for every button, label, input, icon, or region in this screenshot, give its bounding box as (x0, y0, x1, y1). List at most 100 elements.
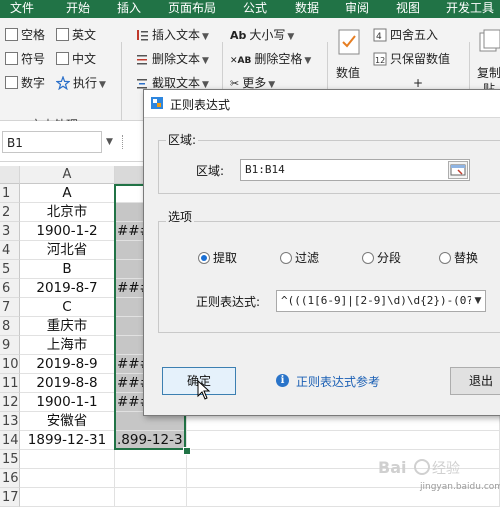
plus-label: + (413, 76, 424, 90)
row-header[interactable]: 13 (0, 412, 20, 431)
row-header[interactable]: 12 (0, 393, 20, 412)
row-header[interactable]: 14 (0, 431, 20, 450)
extract-text-label: 截取文本 (152, 76, 201, 90)
row-header[interactable]: 2 (0, 203, 20, 222)
insert-text-button[interactable]: 插入文本 ▼ (135, 26, 209, 44)
copy-paste-button[interactable]: 复制 贴 (475, 26, 500, 96)
fill-handle[interactable] (183, 447, 191, 455)
tab-view[interactable]: 视图 (396, 0, 420, 18)
round-button[interactable]: 4 四舍五入 (373, 26, 438, 44)
cell-a[interactable] (20, 488, 115, 507)
tab-insert[interactable]: 插入 (117, 0, 141, 18)
row-header[interactable]: 17 (0, 488, 20, 507)
chevron-down-icon[interactable]: ▼ (106, 137, 113, 147)
region-input[interactable]: B1:B14 (240, 159, 470, 181)
tab-developer[interactable]: 开发工具 (446, 0, 494, 18)
select-all-corner[interactable] (0, 166, 20, 184)
cell-a[interactable]: 1900-1-1 (20, 393, 115, 412)
regex-input[interactable]: ^(((1[6-9]|[2-9]\d)\d{2})-(0?[ (276, 290, 486, 312)
cell-b[interactable] (115, 450, 187, 469)
tab-review[interactable]: 审阅 (345, 0, 369, 18)
chevron-down-icon[interactable]: ▼ (471, 291, 485, 311)
ribbon-tab-bar: 文件 开始 插入 页面布局 公式 数据 审阅 视图 开发工具 (0, 0, 500, 18)
dialog-title-bar[interactable]: 正则表达式 (144, 90, 500, 118)
cell-a[interactable]: C (20, 298, 115, 317)
keep-numbers-label: 只保留数值 (390, 52, 451, 66)
checkbox-english[interactable]: 英文 (56, 26, 96, 44)
baidu-watermark-logo: Bai 经验 (378, 458, 460, 477)
tab-page-layout[interactable]: 页面布局 (168, 0, 216, 18)
case-button[interactable]: Ab 大小写 ▼ (230, 26, 294, 44)
checkbox-box[interactable] (5, 28, 18, 41)
cell-a[interactable]: 2019-8-8 (20, 374, 115, 393)
checkbox-label: 数字 (21, 76, 46, 90)
radio-segment[interactable] (362, 252, 374, 264)
row-header[interactable]: 9 (0, 336, 20, 355)
region-label: 区域: (196, 164, 225, 178)
checkbox-symbol[interactable]: 符号 (5, 50, 45, 68)
cell-a[interactable]: 1899-12-31 (20, 431, 115, 450)
row-header[interactable]: 1 (0, 184, 20, 203)
keep-numbers-button[interactable]: 12 只保留数值 (373, 50, 450, 68)
cell-b[interactable] (115, 469, 187, 488)
row-header[interactable]: 6 (0, 279, 20, 298)
checkbox-space[interactable]: 空格 (5, 26, 45, 44)
radio-filter-label[interactable]: 过滤 (295, 249, 319, 266)
tab-home[interactable]: 开始 (66, 0, 90, 18)
name-box[interactable]: B1 (2, 131, 102, 153)
delete-text-button[interactable]: 删除文本 ▼ (135, 50, 209, 68)
tab-formulas[interactable]: 公式 (243, 0, 267, 18)
cell-a[interactable]: 北京市 (20, 203, 115, 222)
column-header-a[interactable]: A (20, 166, 115, 184)
checkbox-box[interactable] (5, 52, 18, 65)
regex-reference-link[interactable]: 正则表达式参考 (296, 373, 380, 390)
cell-c[interactable] (187, 431, 500, 450)
cell-a[interactable]: B (20, 260, 115, 279)
cell-a[interactable]: 2019-8-9 (20, 355, 115, 374)
radio-replace[interactable] (439, 252, 451, 264)
cell-b[interactable] (115, 488, 187, 507)
row-header[interactable]: 11 (0, 374, 20, 393)
cell-a[interactable]: A (20, 184, 115, 203)
watermark-url: jingyan.baidu.com (420, 482, 500, 492)
row-header[interactable]: 10 (0, 355, 20, 374)
checkbox-number[interactable]: 数字 (5, 74, 45, 92)
row-header[interactable]: 16 (0, 469, 20, 488)
row-header[interactable]: 4 (0, 241, 20, 260)
cell-b[interactable]: .899-12-3 (115, 431, 187, 450)
checkbox-box[interactable] (5, 76, 18, 89)
formula-bar-splitter[interactable] (122, 135, 133, 149)
row-header[interactable]: 8 (0, 317, 20, 336)
cell-a[interactable]: 重庆市 (20, 317, 115, 336)
cell-a[interactable]: 2019-8-7 (20, 279, 115, 298)
checkbox-box[interactable] (56, 52, 69, 65)
cell-a[interactable]: 上海市 (20, 336, 115, 355)
cell-a[interactable]: 1900-1-2 (20, 222, 115, 241)
round-icon: 4 (373, 28, 387, 42)
radio-extract-label[interactable]: 提取 (213, 249, 237, 266)
checkbox-chinese[interactable]: 中文 (56, 50, 96, 68)
remove-spaces-label: 删除空格 (254, 52, 303, 66)
radio-replace-label[interactable]: 替换 (454, 249, 478, 266)
options-group (158, 221, 500, 333)
checkbox-box[interactable] (56, 28, 69, 41)
radio-filter[interactable] (280, 252, 292, 264)
cell-a[interactable] (20, 469, 115, 488)
radio-extract[interactable] (198, 252, 210, 264)
radio-segment-label[interactable]: 分段 (377, 249, 401, 266)
range-select-button[interactable] (448, 161, 468, 179)
cell-a[interactable] (20, 450, 115, 469)
row-header[interactable]: 15 (0, 450, 20, 469)
row-header[interactable]: 3 (0, 222, 20, 241)
options-group-legend: 选项 (166, 208, 195, 225)
row-header[interactable]: 7 (0, 298, 20, 317)
remove-spaces-button[interactable]: ✕AB 删除空格 ▼ (230, 50, 311, 68)
tab-data[interactable]: 数据 (295, 0, 319, 18)
dialog-title: 正则表达式 (170, 98, 231, 112)
exit-button[interactable]: 退出 (450, 367, 500, 395)
cell-a[interactable]: 河北省 (20, 241, 115, 260)
row-header[interactable]: 5 (0, 260, 20, 279)
tab-file[interactable]: 文件 (10, 0, 34, 18)
cell-a[interactable]: 安徽省 (20, 412, 115, 431)
execute-button[interactable]: 执行 ▼ (56, 74, 106, 92)
